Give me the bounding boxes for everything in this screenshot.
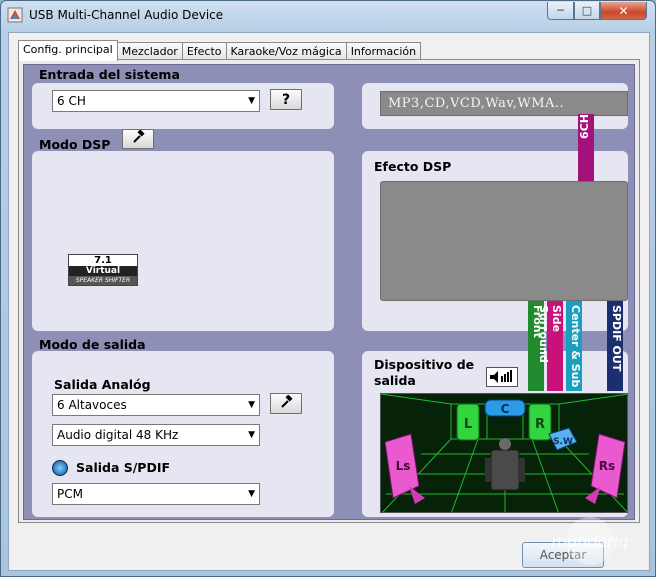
speaker-c-label: C	[501, 402, 510, 416]
speakers-select[interactable]: 6 Altavoces ▼	[52, 394, 260, 416]
six-ch-bar: 6CH	[578, 114, 594, 181]
dsp-settings-button[interactable]	[122, 129, 154, 149]
virtual-line2: Virtual	[69, 266, 137, 276]
help-label: ?	[281, 91, 291, 108]
window-title: USB Multi-Channel Audio Device	[29, 8, 224, 22]
side-surround-label: Side Surround	[537, 305, 563, 363]
spdif-out-bar: SPDIF OUT	[607, 301, 623, 391]
spdif-out-label: SPDIF OUT	[610, 305, 623, 372]
speaker-sw-label: S.W	[553, 437, 573, 447]
dsp-mode-heading: Modo DSP	[39, 137, 111, 152]
output-device-heading: Dispositivo de salida	[374, 357, 474, 389]
speaker-rs-label: Rs	[599, 459, 615, 473]
system-input-value: 6 CH	[57, 94, 86, 108]
speaker-r-icon[interactable]: R	[528, 403, 552, 441]
speaker-volume-icon	[490, 370, 512, 383]
six-ch-label: 6CH	[578, 114, 591, 139]
tab-strip: Config. principal Mezclador Efecto Karao…	[18, 40, 422, 61]
hammer-icon	[131, 129, 145, 148]
tab-config-principal[interactable]: Config. principal	[18, 40, 118, 61]
system-input-select[interactable]: 6 CH ▼	[52, 90, 260, 112]
virtual-line1: 7.1	[94, 255, 112, 266]
output-settings-button[interactable]	[270, 393, 302, 414]
spdif-select[interactable]: PCM ▼	[52, 483, 260, 505]
speaker-layout-view: L C R S.W Ls Rs	[380, 393, 628, 513]
analog-output-label: Salida Analóg	[54, 377, 151, 392]
speaker-c-icon[interactable]: C	[484, 399, 526, 417]
hammer-icon	[279, 393, 293, 413]
spdif-value: PCM	[57, 487, 83, 501]
digital-audio-select[interactable]: Audio digital 48 KHz ▼	[52, 424, 260, 446]
system-input-heading: Entrada del sistema	[39, 67, 180, 82]
output-mode-heading: Modo de salida	[39, 337, 146, 352]
maximize-button[interactable]: □	[574, 2, 600, 20]
config-panel: Entrada del sistema 6 CH ▼ ? Modo DSP 7.…	[23, 64, 635, 520]
tab-panel: Entrada del sistema 6 CH ▼ ? Modo DSP 7.…	[18, 59, 640, 523]
speaker-l-label: L	[464, 417, 472, 432]
accept-button[interactable]: Aceptar	[522, 542, 604, 568]
speaker-r-label: R	[535, 417, 545, 432]
side-surround-bar: Side Surround	[537, 301, 563, 391]
close-button[interactable]: ✕	[600, 2, 647, 20]
dsp-effect-heading: Efecto DSP	[374, 159, 452, 174]
client-area: Config. principal Mezclador Efecto Karao…	[8, 32, 650, 571]
chevron-down-icon: ▼	[248, 489, 255, 499]
minimize-icon: ─	[557, 4, 564, 17]
app-icon	[7, 7, 23, 23]
close-icon: ✕	[618, 3, 629, 18]
chevron-down-icon: ▼	[248, 430, 255, 440]
maximize-icon: □	[581, 4, 593, 17]
speaker-test-button[interactable]	[486, 367, 518, 387]
minimize-button[interactable]: ─	[547, 2, 574, 20]
output-device-heading-line1: Dispositivo de	[374, 357, 475, 372]
speakers-value: 6 Altavoces	[57, 398, 127, 412]
spdif-output-label: Salida S/PDIF	[76, 460, 171, 475]
center-sub-bar: Center & Sub	[566, 301, 582, 391]
speaker-ls-label: Ls	[396, 459, 411, 473]
app-window: USB Multi-Channel Audio Device ─ □ ✕ Con…	[0, 0, 656, 577]
dsp-effect-display	[380, 181, 628, 301]
help-button[interactable]: ?	[270, 89, 302, 110]
chevron-down-icon: ▼	[248, 400, 255, 410]
chevron-down-icon: ▼	[248, 96, 255, 106]
digital-audio-value: Audio digital 48 KHz	[57, 428, 179, 442]
output-device-heading-line2: salida	[374, 373, 416, 388]
virtual-line3: SPEAKER SHIFTER	[69, 276, 137, 285]
spdif-icon[interactable]	[52, 460, 68, 476]
speaker-l-icon[interactable]: L	[456, 403, 480, 441]
title-bar: USB Multi-Channel Audio Device ─ □ ✕	[1, 1, 655, 31]
dsp-mode-box	[32, 151, 334, 331]
center-sub-label: Center & Sub	[569, 305, 582, 388]
input-formats-display: MP3,CD,VCD,Wav,WMA..	[380, 91, 628, 116]
virtual-speaker-shifter-badge: 7.1 Virtual SPEAKER SHIFTER	[68, 254, 138, 286]
